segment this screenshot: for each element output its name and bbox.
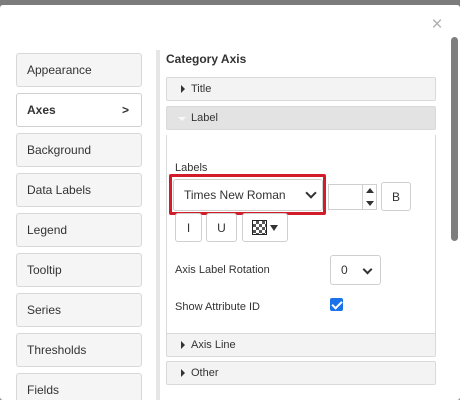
font-color-button[interactable] (242, 213, 288, 242)
show-attribute-id-checkbox[interactable] (330, 298, 343, 311)
italic-button[interactable]: I (175, 213, 202, 242)
sidebar-item-appearance[interactable]: Appearance (16, 53, 142, 87)
close-icon[interactable]: × (428, 15, 446, 34)
sidebar-item-thresholds[interactable]: Thresholds (16, 333, 142, 367)
sidebar-item-label: Tooltip (27, 263, 62, 277)
color-swatch-icon (252, 220, 267, 235)
section-label: Title (191, 83, 212, 95)
labels-heading: Labels (175, 162, 208, 174)
bold-button[interactable]: B (381, 182, 411, 211)
dropdown-arrow-icon (270, 224, 278, 231)
sidebar-item-label: Axes (27, 103, 56, 117)
show-attribute-id-label: Show Attribute ID (175, 301, 260, 313)
sidebar-item-label: Appearance (27, 63, 92, 77)
font-size-input[interactable] (328, 184, 362, 210)
sidebar-item-label: Data Labels (27, 183, 92, 197)
page-scrollbar-thumb[interactable] (451, 37, 458, 241)
chevron-down-icon (362, 264, 373, 275)
format-sidebar: Appearance Axes > Background Data Labels… (16, 53, 142, 400)
step-down-icon[interactable] (366, 201, 374, 206)
caret-down-icon (178, 117, 186, 121)
sidebar-item-label: Thresholds (27, 343, 87, 357)
sidebar-item-tooltip[interactable]: Tooltip (16, 253, 142, 287)
sidebar-item-label: Series (27, 303, 62, 317)
axis-label-rotation-label: Axis Label Rotation (175, 264, 270, 276)
font-family-value: Times New Roman (184, 188, 286, 202)
caret-right-icon (181, 85, 185, 93)
sidebar-item-label: Legend (27, 223, 68, 237)
section-label: Label (191, 112, 218, 124)
caret-right-icon (181, 369, 185, 377)
sidebar-item-label: Fields (27, 383, 60, 397)
chevron-right-icon: > (121, 103, 129, 117)
sidebar-item-series[interactable]: Series (16, 293, 142, 327)
rotation-value: 0 (341, 263, 348, 277)
underline-button[interactable]: U (206, 213, 237, 242)
step-up-icon[interactable] (366, 188, 374, 193)
sidebar-item-fields[interactable]: Fields (16, 373, 142, 400)
chart-format-dialog: × Appearance Axes > Background Data Labe… (0, 5, 460, 400)
section-label: Other (191, 367, 219, 379)
sidebar-item-data-labels[interactable]: Data Labels (16, 173, 142, 207)
section-label-expanded[interactable]: Label (166, 106, 436, 130)
chevron-down-icon (305, 187, 317, 199)
section-other[interactable]: Other (166, 361, 436, 385)
font-size-stepper[interactable] (362, 184, 377, 210)
section-title[interactable]: Title (166, 77, 436, 101)
sidebar-item-legend[interactable]: Legend (16, 213, 142, 247)
sidebar-item-background[interactable]: Background (16, 133, 142, 167)
caret-right-icon (181, 341, 185, 349)
axis-label-rotation-select[interactable]: 0 (330, 255, 381, 285)
section-label: Axis Line (191, 339, 236, 351)
panel-title: Category Axis (166, 52, 247, 66)
sidebar-item-label: Background (27, 143, 92, 157)
sidebar-item-axes[interactable]: Axes > (16, 93, 142, 127)
font-family-select[interactable]: Times New Roman (173, 179, 323, 211)
panel-scrollbar[interactable] (156, 50, 160, 400)
section-axis-line[interactable]: Axis Line (166, 333, 436, 357)
